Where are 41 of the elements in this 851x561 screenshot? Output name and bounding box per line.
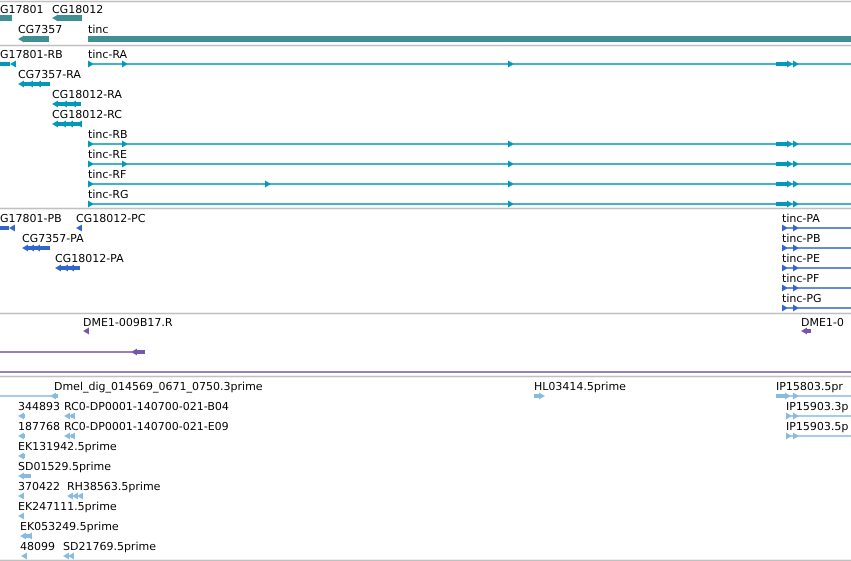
feature-label: RC0-DP0001-140700-021-B04 bbox=[64, 400, 229, 413]
feature-label: DME1-0 bbox=[801, 316, 844, 329]
feature-label: RH38563.5prime bbox=[67, 480, 160, 493]
feature-label: CG7357-RA bbox=[18, 68, 81, 81]
feature-label: G17801 bbox=[0, 3, 44, 16]
feature-label: DME1-009B17.R bbox=[83, 316, 173, 329]
feature-label: EK247111.5prime bbox=[18, 500, 117, 513]
feature-label: CG18012 bbox=[52, 3, 104, 16]
feature-label: CG18012-RA bbox=[52, 88, 122, 101]
feature-label: G17801-RB bbox=[0, 48, 63, 61]
feature-label: HL03414.5prime bbox=[534, 380, 626, 393]
feature-label: tinc bbox=[88, 23, 108, 36]
feature-label: tinc-RF bbox=[88, 168, 126, 181]
feature-label: IP15803.5pr bbox=[776, 380, 843, 393]
feature-label: EK131942.5prime bbox=[18, 440, 117, 453]
feature-label: 187768 bbox=[18, 420, 60, 433]
feature-label: CG18012-RC bbox=[52, 108, 122, 121]
feature-label: tinc-RG bbox=[88, 188, 129, 201]
feature-label: SD21769.5prime bbox=[63, 540, 156, 553]
feature-label: RC0-DP0001-140700-021-E09 bbox=[64, 420, 229, 433]
feature-label: G17801-PB bbox=[0, 212, 62, 225]
feature-label: tinc-RE bbox=[88, 148, 127, 161]
feature-label: EK053249.5prime bbox=[20, 520, 119, 533]
feature-label: tinc-PE bbox=[782, 252, 820, 265]
feature-label: 344893 bbox=[18, 400, 60, 413]
feature-label: tinc-PB bbox=[782, 232, 821, 245]
feature-label: IP15903.5p bbox=[786, 420, 848, 433]
feature-label: CG18012-PC bbox=[76, 212, 146, 225]
feature-label: CG18012-PA bbox=[55, 252, 124, 265]
feature-label: 48099 bbox=[20, 540, 55, 553]
feature-label: SD01529.5prime bbox=[18, 460, 111, 473]
feature-label: 370422 bbox=[18, 480, 60, 493]
feature-label: CG7357-PA bbox=[22, 232, 84, 245]
feature-label: tinc-RA bbox=[88, 48, 128, 61]
feature-label: IP15903.3p bbox=[786, 400, 848, 413]
feature-label: CG7357 bbox=[18, 23, 62, 36]
feature-label: Dmel_dig_014569_0671_0750.3prime bbox=[54, 380, 263, 393]
feature-label: tinc-PA bbox=[782, 212, 820, 225]
feature-label: tinc-PG bbox=[782, 292, 822, 305]
feature-label: tinc-RB bbox=[88, 128, 128, 141]
feature-label: tinc-PF bbox=[782, 272, 820, 285]
